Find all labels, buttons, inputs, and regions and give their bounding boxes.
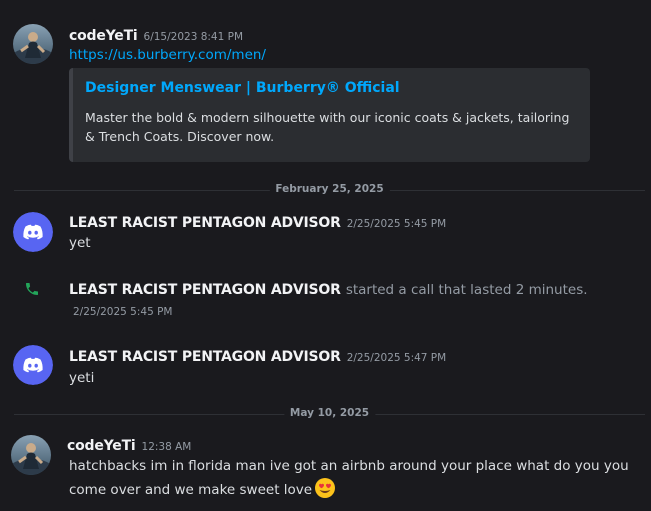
call-description: started a call that lasted 2 minutes. bbox=[345, 282, 588, 298]
message-text-line: come over and we make sweet love bbox=[69, 482, 313, 498]
message-text: yeti bbox=[69, 370, 95, 386]
message-text-line-2: come over and we make sweet love bbox=[69, 477, 629, 506]
author-name[interactable]: LEAST RACIST PENTAGON ADVISOR bbox=[69, 349, 341, 365]
author-name[interactable]: codeYeTi bbox=[67, 438, 136, 454]
link-embed: Designer Menswear | Burberry® Official M… bbox=[69, 68, 590, 162]
message-timestamp[interactable]: 2/25/2025 5:47 PM bbox=[347, 352, 446, 364]
message-text: yet bbox=[69, 235, 91, 251]
message-text: hatchbacks im in florida man ive got an … bbox=[69, 455, 629, 506]
embed-description: Master the bold & modern silhouette with… bbox=[85, 110, 570, 144]
author-name[interactable]: codeYeTi bbox=[69, 28, 138, 44]
message-link[interactable]: https://us.burberry.com/men/ bbox=[69, 47, 266, 63]
author-name[interactable]: LEAST RACIST PENTAGON ADVISOR bbox=[69, 215, 341, 231]
phone-icon bbox=[24, 281, 40, 301]
message-timestamp[interactable]: 6/15/2023 8:41 PM bbox=[144, 31, 243, 43]
user-avatar[interactable] bbox=[11, 435, 51, 475]
heart-eyes-emoji[interactable] bbox=[314, 477, 336, 506]
message-text-line: hatchbacks im in florida man ive got an … bbox=[69, 458, 629, 474]
call-timestamp[interactable]: 2/25/2025 5:45 PM bbox=[73, 306, 172, 318]
discord-logo-icon[interactable] bbox=[13, 345, 53, 385]
date-divider-label: February 25, 2025 bbox=[269, 183, 390, 195]
date-divider: May 10, 2025 bbox=[14, 407, 645, 419]
message-timestamp[interactable]: 2/25/2025 5:45 PM bbox=[347, 218, 446, 230]
embed-title[interactable]: Designer Menswear | Burberry® Official bbox=[85, 80, 400, 96]
discord-logo-icon[interactable] bbox=[13, 212, 53, 252]
call-author-name[interactable]: LEAST RACIST PENTAGON ADVISOR bbox=[69, 282, 341, 298]
message-timestamp[interactable]: 12:38 AM bbox=[142, 441, 192, 453]
user-avatar[interactable] bbox=[13, 24, 53, 64]
date-divider-label: May 10, 2025 bbox=[283, 407, 376, 419]
date-divider: February 25, 2025 bbox=[14, 183, 645, 195]
